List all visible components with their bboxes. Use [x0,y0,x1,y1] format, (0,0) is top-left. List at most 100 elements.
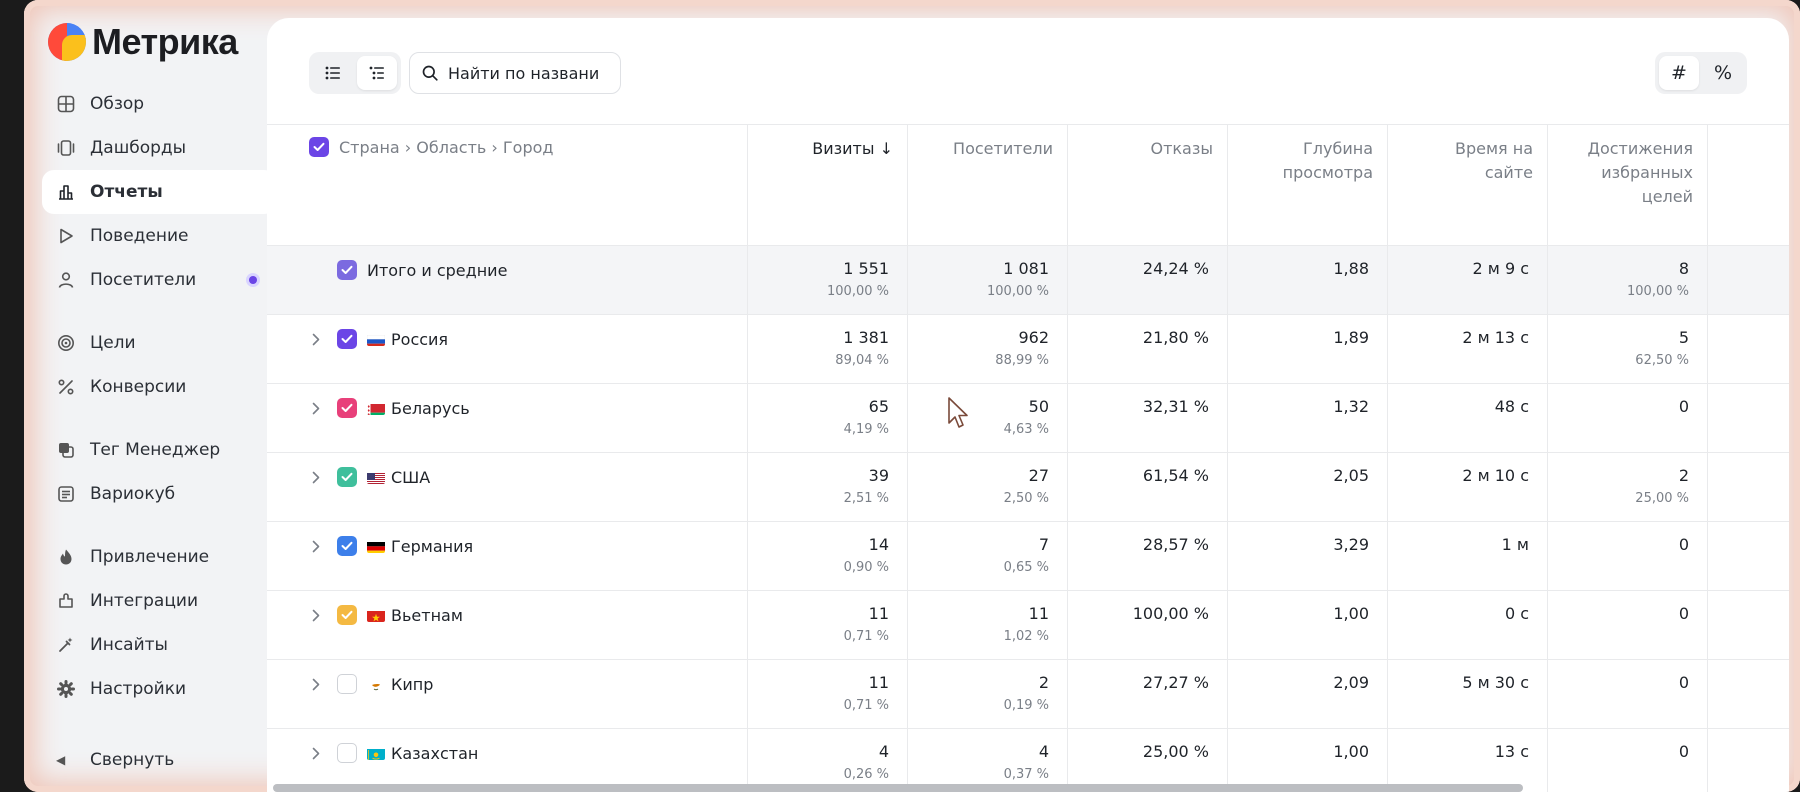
cell-bounce: 28,57 % [1142,535,1209,554]
select-all-checkbox[interactable] [309,137,329,157]
insights-icon [56,635,76,655]
table-row[interactable]: Россия 1 381 89,04 % 962 88,99 % 21,80 % 1,89 2… [267,315,1789,384]
country-name[interactable]: Россия [391,330,448,349]
goals-icon [56,333,76,353]
cell-visits_pct: 0,90 % [843,560,889,575]
column-header-bounce[interactable]: Отказы [1068,125,1228,245]
row-checkbox[interactable] [337,674,357,694]
table-row[interactable]: Беларусь 65 4,19 % 50 4,63 % 32,31 % 1,32 48 с 0 [267,384,1789,453]
total-visits: 1 551 [843,259,889,278]
total-depth: 1,88 [1333,259,1369,278]
sidebar-item-integrations[interactable]: Интеграции [42,579,276,623]
country-name[interactable]: Кипр [391,675,433,694]
report-toolbar: # % [267,18,1789,124]
sidebar-item-goals[interactable]: Цели [42,321,276,365]
country-name[interactable]: США [391,468,430,487]
expand-chevron-icon[interactable] [309,333,323,346]
cell-visitors_pct: 0,65 % [1003,560,1049,575]
search-box [409,52,621,94]
expand-chevron-icon[interactable] [309,609,323,622]
row-checkbox[interactable] [337,536,357,556]
visitors-icon [56,270,76,290]
horizontal-scrollbar[interactable] [273,784,1523,792]
dimension-header-label[interactable]: Страна › Область › Город [339,138,553,157]
cell-visitors: 7 [1038,535,1049,554]
sidebar-item-label: Привлечение [90,547,210,567]
totals-row: Итого и средние 1 551 100,00 % 1 081 100,0… [267,246,1789,315]
cell-time: 13 с [1494,742,1529,761]
sidebar-item-tag-manager[interactable]: Тег Менеджер [42,428,276,472]
table-row[interactable]: США 39 2,51 % 27 2,50 % 61,54 % 2,05 2 м 10 с 2 2… [267,453,1789,522]
row-checkbox[interactable] [337,743,357,763]
country-name[interactable]: Германия [391,537,473,556]
search-input[interactable] [448,63,598,83]
country-name[interactable]: Казахстан [391,744,478,763]
cell-goals: 2 [1678,466,1689,485]
sidebar-item-settings[interactable]: Настройки [42,667,276,711]
cell-visitors: 2 [1038,673,1049,692]
column-header-visits[interactable]: Визиты ↓ [748,125,908,245]
column-header-goals[interactable]: Достижения избранных целей [1548,125,1708,245]
expand-chevron-icon[interactable] [309,540,323,553]
sidebar-item-conversions[interactable]: Конверсии [42,365,276,409]
sidebar-item-acquisition[interactable]: Привлечение [42,535,276,579]
cell-time: 48 с [1494,397,1529,416]
sidebar-item-label: Поведение [90,226,189,246]
table-row[interactable]: Вьетнам 11 0,71 % 11 1,02 % 100,00 % 1,00 0 с 0 [267,591,1789,660]
flat-list-view-button[interactable] [313,56,353,90]
expand-chevron-icon[interactable] [309,747,323,760]
country-name[interactable]: Беларусь [391,399,470,418]
country-name[interactable]: Вьетнам [391,606,463,625]
cell-goals: 0 [1678,742,1689,761]
row-checkbox[interactable] [337,329,357,349]
cell-visits: 65 [868,397,889,416]
dashboards-icon [56,138,76,158]
cell-bounce: 61,54 % [1142,466,1209,485]
cell-visits: 39 [868,466,889,485]
row-checkbox[interactable] [337,467,357,487]
sidebar-item-reports[interactable]: Отчеты [42,170,276,214]
cell-depth: 1,00 [1333,604,1369,623]
expand-chevron-icon[interactable] [309,678,323,691]
table-row[interactable]: Казахстан 4 0,26 % 4 0,37 % 25,00 % 1,00 13 с 0 [267,729,1789,792]
tree-view-button[interactable] [357,56,397,90]
checkmark-icon [341,403,353,412]
column-header-depth[interactable]: Глубина просмотра [1228,125,1388,245]
row-checkbox[interactable] [337,398,357,418]
collapse-button[interactable]: ◀ Свернуть [56,750,174,770]
column-header-visitors[interactable]: Посетители [908,125,1068,245]
sidebar-item-label: Обзор [90,94,145,114]
cell-depth: 2,05 [1333,466,1369,485]
table-row[interactable]: Германия 14 0,90 % 7 0,65 % 28,57 % 3,29 1 м 0 [267,522,1789,591]
row-checkbox[interactable] [337,605,357,625]
expand-chevron-icon[interactable] [309,402,323,415]
column-header-time[interactable]: Время на сайте [1388,125,1548,245]
cell-goals: 5 [1678,328,1689,347]
sidebar-item-overview[interactable]: Обзор [42,82,276,126]
sidebar-item-label: Инсайты [90,635,168,655]
cell-visitors_pct: 2,50 % [1003,491,1049,506]
settings-icon [56,679,76,699]
percent-values-button[interactable]: % [1703,56,1743,90]
total-visitors: 1 081 [1003,259,1049,278]
sidebar-item-variocube[interactable]: Вариокуб [42,472,276,516]
totals-checkbox[interactable] [337,260,357,280]
sidebar-item-dashboards[interactable]: Дашборды [42,126,276,170]
sidebar-item-insights[interactable]: Инсайты [42,623,276,667]
total-time: 2 м 9 с [1472,259,1529,278]
absolute-values-button[interactable]: # [1659,56,1699,90]
expand-chevron-icon[interactable] [309,471,323,484]
cell-depth: 1,32 [1333,397,1369,416]
cell-bounce: 21,80 % [1142,328,1209,347]
cell-time: 2 м 10 с [1462,466,1529,485]
acquisition-icon [56,547,76,567]
sidebar-item-behavior[interactable]: Поведение [42,214,276,258]
cell-visitors_pct: 0,37 % [1003,767,1049,782]
sidebar-item-visitors[interactable]: Посетители [42,258,276,302]
logo[interactable]: Метрика [48,20,238,64]
behavior-icon [56,226,76,246]
app-name: Метрика [92,21,238,62]
cell-depth: 2,09 [1333,673,1369,692]
tag-manager-icon [56,440,76,460]
table-row[interactable]: Кипр 11 0,71 % 2 0,19 % 27,27 % 2,09 5 м 30 с 0 [267,660,1789,729]
